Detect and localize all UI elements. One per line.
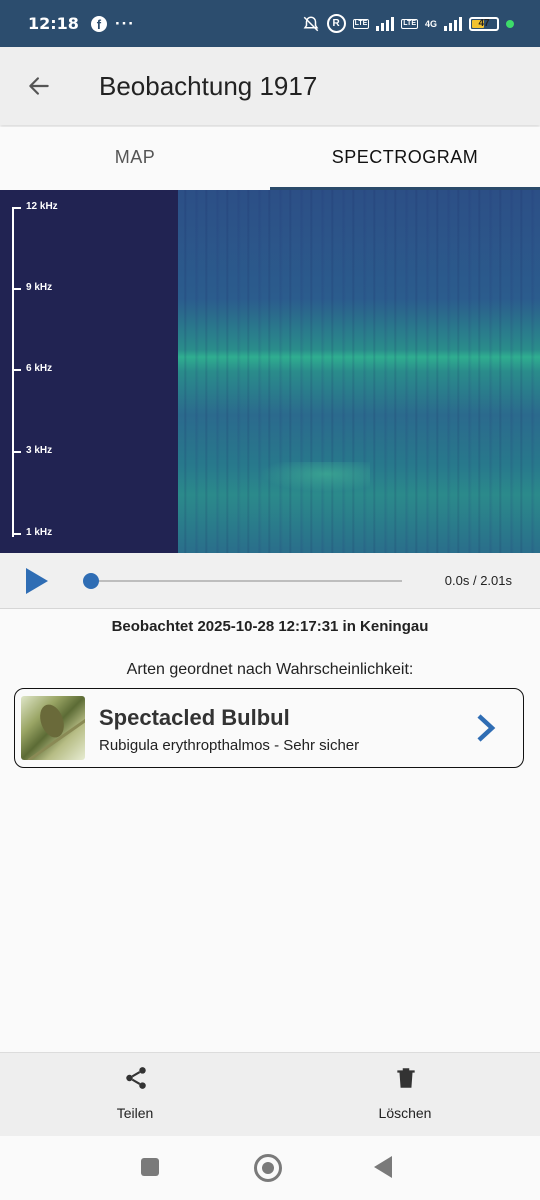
back-triangle-icon[interactable] (374, 1156, 392, 1178)
bottom-action-bar: Teilen Löschen (0, 1052, 540, 1137)
facebook-icon: f (90, 15, 107, 32)
axis-label-12khz: 12 kHz (26, 201, 58, 212)
home-icon[interactable] (254, 1154, 282, 1182)
registered-icon: R (326, 14, 346, 33)
seek-thumb[interactable] (83, 573, 99, 589)
axis-tick (12, 451, 21, 453)
timecode: 0.0s / 2.01s (444, 573, 512, 588)
recent-apps-icon[interactable] (141, 1158, 159, 1176)
network-type: 4G (424, 18, 437, 29)
signal-icon-2 (444, 16, 462, 31)
tab-spectrogram[interactable]: SPECTROGRAM (270, 127, 540, 190)
signal-icon (376, 16, 395, 31)
play-icon[interactable] (26, 568, 48, 594)
trash-icon (397, 1068, 415, 1088)
seek-track[interactable] (90, 580, 402, 582)
spectrogram-call (260, 462, 370, 492)
privacy-indicator-icon (506, 19, 514, 28)
species-card[interactable]: Spectacled Bulbul Rubigula erythropthalm… (14, 688, 524, 768)
delete-label: Löschen (378, 1105, 432, 1121)
lte-badge-2: LTE (401, 18, 418, 29)
axis-label-3khz: 3 kHz (26, 445, 53, 456)
axis-label-1khz: 1 kHz (26, 527, 53, 538)
more-notifications-icon: ··· (114, 13, 135, 33)
species-detail: Rubigula erythropthalmos - Sehr sicher (99, 737, 360, 754)
observation-info: Beobachtet 2025-10-28 12:17:31 in Kening… (111, 618, 429, 635)
spectrogram: 12 kHz 9 kHz 6 kHz 3 kHz 1 kHz (0, 190, 540, 553)
bell-muted-icon (303, 15, 318, 31)
system-navigation-bar (0, 1136, 540, 1200)
clock: 12:18 (28, 14, 79, 33)
axis-label-9khz: 9 kHz (26, 282, 53, 293)
tab-map[interactable]: MAP (0, 127, 270, 187)
share-button[interactable]: Teilen (45, 1053, 225, 1137)
axis-tick (12, 207, 21, 209)
audio-player: 0.0s / 2.01s (0, 553, 540, 609)
battery-level: 47 (478, 17, 490, 29)
axis-label-6khz: 6 kHz (26, 363, 53, 374)
delete-button[interactable]: Löschen (315, 1053, 495, 1137)
lte-badge: LTE (352, 18, 370, 29)
axis-tick (12, 533, 21, 535)
status-bar: 12:18 f ··· R LTE LTE 4G 47 (0, 0, 540, 47)
species-list-heading: Arten geordnet nach Wahrscheinlichkeit: (126, 661, 414, 678)
axis-tick (12, 369, 21, 371)
back-arrow-icon[interactable] (26, 73, 52, 99)
share-icon (126, 1067, 146, 1089)
axis-tick (12, 288, 21, 290)
tab-bar: MAP SPECTROGRAM (0, 127, 540, 190)
app-bar: Beobachtung 1917 (0, 47, 540, 125)
battery-icon: 47 (469, 16, 499, 31)
share-label: Teilen (116, 1105, 154, 1121)
chevron-right-icon[interactable] (475, 713, 497, 743)
species-thumbnail (21, 696, 85, 760)
frequency-axis (12, 207, 14, 537)
species-common-name: Spectacled Bulbul (99, 705, 290, 730)
page-title: Beobachtung 1917 (99, 70, 318, 101)
spectrogram-noise (178, 190, 540, 553)
